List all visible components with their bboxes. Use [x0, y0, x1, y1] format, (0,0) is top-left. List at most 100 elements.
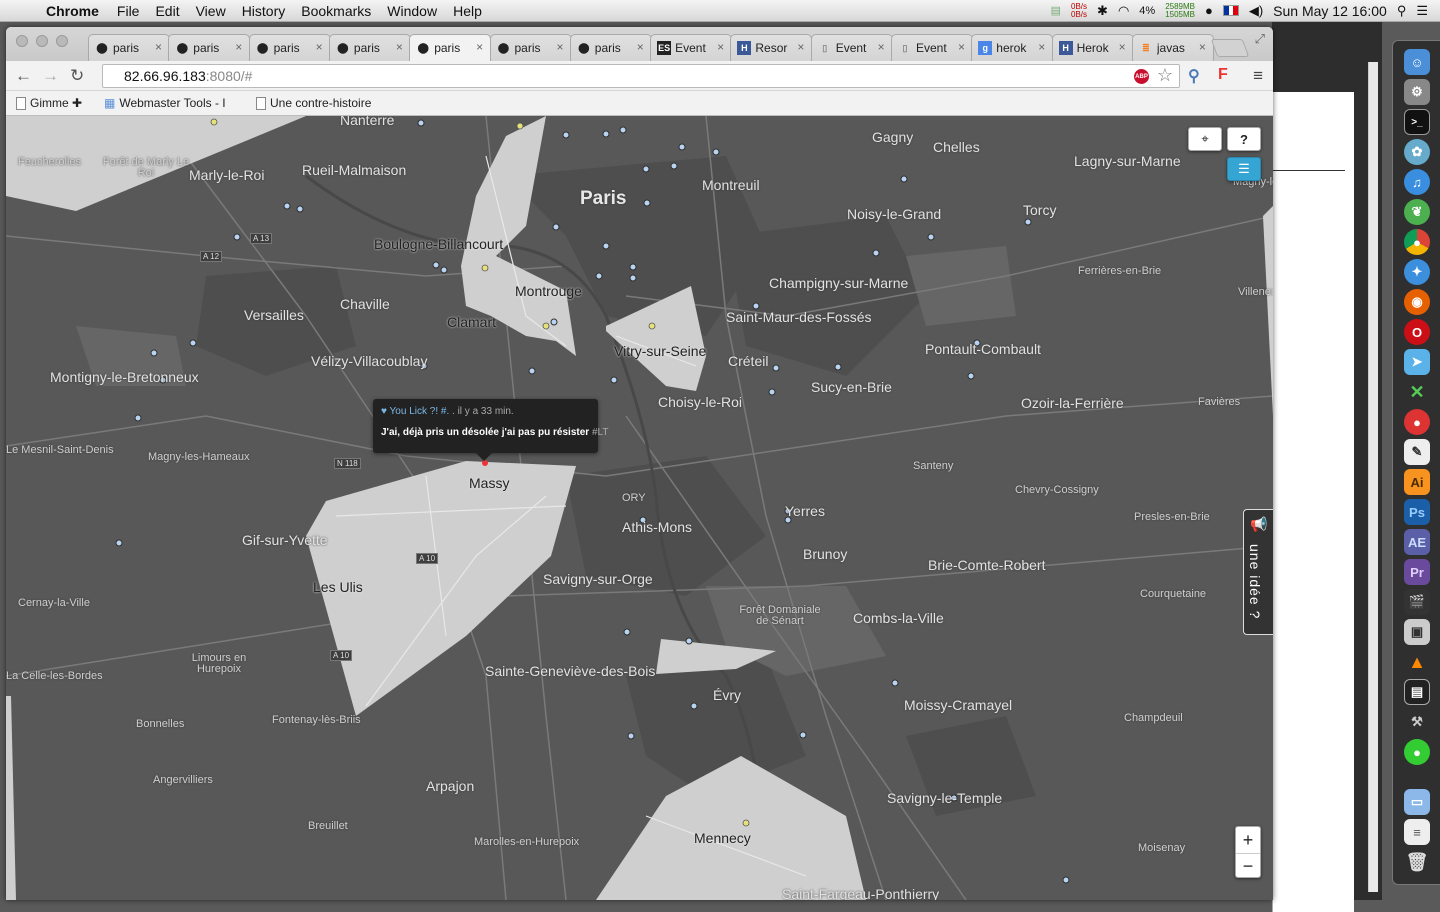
close-tab-icon[interactable]: × [1119, 40, 1126, 54]
mail-app-icon[interactable]: ➤ [1404, 349, 1430, 375]
data-point[interactable] [602, 242, 610, 250]
data-point[interactable] [283, 202, 291, 210]
app-menu-chrome[interactable]: Chrome [40, 3, 109, 19]
tab-2[interactable]: ⬤ paris × [248, 34, 331, 61]
wifi-icon[interactable]: ◠ [1118, 3, 1129, 19]
message-popup[interactable]: ♥ You Lick ?! #. . il y a 33 min. J'ai, … [373, 399, 608, 461]
tab-4[interactable]: ⬤ paris × [409, 34, 492, 61]
fullscreen-icon[interactable]: ⤢ [1255, 31, 1265, 47]
input-source-flag-icon[interactable] [1222, 5, 1239, 16]
popup-author[interactable]: You Lick ?! #. [390, 406, 450, 417]
safari-icon[interactable]: ✦ [1404, 259, 1430, 285]
data-point[interactable] [690, 702, 698, 710]
close-tab-icon[interactable]: × [1038, 40, 1045, 54]
data-point[interactable] [643, 199, 651, 207]
tab-5[interactable]: ⬤ paris × [489, 34, 572, 61]
tab-0[interactable]: ⬤ paris × [88, 34, 170, 61]
forward-button[interactable]: → [42, 66, 59, 86]
bookmark-gimme[interactable]: Gimme ✚ [16, 96, 82, 110]
tab-12[interactable]: H Herok × [1051, 34, 1134, 61]
data-point[interactable] [772, 364, 780, 372]
menu-view[interactable]: View [188, 3, 234, 19]
feedback-tab[interactable]: 📢 une idée ? [1243, 509, 1273, 635]
disk-activity-icon[interactable]: ▤ [1051, 4, 1061, 17]
tab-3[interactable]: ⬤ paris × [328, 34, 411, 61]
locate-button[interactable]: ⌖ [1188, 127, 1222, 151]
data-point[interactable] [900, 175, 908, 183]
tab-8[interactable]: H Resor × [730, 34, 813, 61]
volume-icon[interactable]: ◀) [1249, 3, 1263, 19]
zoom-out-button[interactable]: − [1236, 853, 1260, 879]
address-bar[interactable]: 82.66.96.183:8080/# ABP ☆ [102, 64, 1180, 88]
data-point[interactable] [1024, 218, 1032, 226]
data-point[interactable] [602, 130, 610, 138]
background-window-scrollbar[interactable] [1368, 62, 1378, 892]
clock[interactable]: Sun May 12 16:00 [1273, 3, 1387, 19]
data-point[interactable] [712, 148, 720, 156]
data-point[interactable] [150, 349, 158, 357]
data-point[interactable] [799, 731, 807, 739]
clapper-app-icon[interactable]: 🎬 [1404, 589, 1430, 615]
tab-7[interactable]: ES Event × [650, 34, 733, 61]
extension-icon[interactable]: ⚲ [1188, 66, 1200, 86]
after-effects-icon[interactable]: AE [1404, 529, 1430, 555]
bookmark-webmaster-tools[interactable]: ▦ Webmaster Tools - I [104, 96, 226, 110]
data-point[interactable] [670, 162, 678, 170]
memory-meter[interactable]: 2589MB 1505MB [1165, 2, 1195, 19]
menu-edit[interactable]: Edit [147, 3, 187, 19]
data-point[interactable] [595, 272, 603, 280]
minimize-window-button[interactable] [36, 35, 48, 47]
data-point[interactable] [115, 539, 123, 547]
data-point[interactable] [642, 165, 650, 173]
notification-center-icon[interactable]: ☰ [1416, 3, 1428, 19]
close-tab-icon[interactable]: × [958, 40, 965, 54]
menu-file[interactable]: File [109, 3, 148, 19]
data-point[interactable] [678, 143, 686, 151]
new-tab-button[interactable] [1210, 39, 1250, 57]
data-point[interactable] [562, 131, 570, 139]
data-point[interactable] [629, 263, 637, 271]
data-point[interactable] [233, 233, 241, 241]
bluetooth-icon[interactable]: ✱ [1097, 3, 1108, 19]
spotlight-icon[interactable]: ⚲ [1397, 3, 1407, 19]
itunes-icon[interactable]: ♫ [1404, 169, 1430, 195]
close-tab-icon[interactable]: × [316, 40, 323, 54]
menu-bookmarks[interactable]: Bookmarks [293, 3, 379, 19]
data-point[interactable] [552, 223, 560, 231]
menu-help[interactable]: Help [445, 3, 490, 19]
close-tab-icon[interactable]: × [556, 40, 563, 54]
list-view-button[interactable]: ☰ [1227, 157, 1261, 181]
leaf-app-icon[interactable]: ❦ [1404, 199, 1430, 225]
green-app-icon[interactable]: ● [1404, 739, 1430, 765]
tomato-app-icon[interactable]: ● [1404, 409, 1430, 435]
zoom-window-button[interactable] [56, 35, 68, 47]
data-point[interactable] [1062, 876, 1070, 884]
preview-icon[interactable]: ▣ [1404, 619, 1430, 645]
browser-menu-icon[interactable]: ≡ [1253, 66, 1263, 86]
tab-6[interactable]: ⬤ paris × [569, 34, 652, 61]
vlc-icon[interactable]: ▲ [1404, 649, 1430, 675]
data-point[interactable] [967, 372, 975, 380]
network-meter[interactable]: 0B/s 0B/s [1071, 2, 1087, 19]
tab-9[interactable]: ▯ Event × [810, 34, 893, 61]
map[interactable]: Paris Nanterre Rueil-Malmaison Marly-le-Ro… [6, 116, 1273, 900]
close-tab-icon[interactable]: × [235, 40, 242, 54]
tab-1[interactable]: ⬤ paris × [168, 34, 251, 61]
tab-10[interactable]: ▯ Event × [891, 34, 973, 61]
back-button[interactable]: ← [15, 66, 32, 86]
illustrator-icon[interactable]: Ai [1404, 469, 1430, 495]
data-point[interactable] [619, 126, 627, 134]
data-point[interactable] [623, 628, 631, 636]
terminal-icon[interactable]: >_ [1404, 109, 1430, 135]
folder-icon[interactable]: ▭ [1404, 789, 1430, 815]
system-preferences-icon[interactable]: ⚙ [1404, 79, 1430, 105]
trash-icon[interactable]: 🗑 [1404, 849, 1430, 875]
close-tab-icon[interactable]: × [396, 40, 403, 54]
close-tab-icon[interactable]: × [717, 40, 724, 54]
photoshop-icon[interactable]: Ps [1404, 499, 1430, 525]
data-point[interactable] [834, 363, 842, 371]
bookmark-star-icon[interactable]: ☆ [1157, 65, 1173, 86]
close-window-button[interactable] [16, 35, 28, 47]
tab-11[interactable]: g herok × [971, 34, 1054, 61]
data-point[interactable] [872, 249, 880, 257]
